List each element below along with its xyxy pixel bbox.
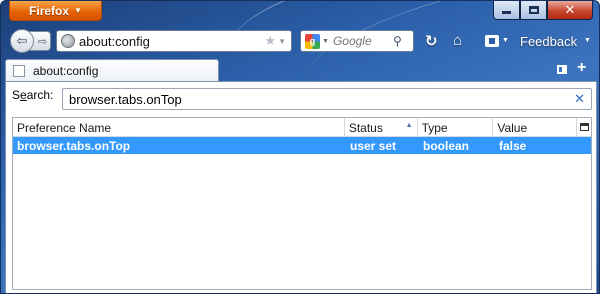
tab-label: about:config	[33, 63, 99, 78]
search-bar[interactable]: g ▼ ⚲	[300, 30, 414, 52]
close-icon: ✕	[564, 2, 576, 17]
navigation-toolbar: ⇦ ⇨ ★ ▼ g ▼ ⚲ ↻ ⌂ ▼ Feedback ▼	[1, 27, 599, 55]
search-label-rest: arch:	[26, 88, 54, 102]
browser-window: Firefox ▼ ✕ ⇦ ⇨ ★ ▼ g ▼ ⚲ ↻ ⌂ ▼ Feedback…	[0, 0, 600, 294]
row-preference-name: browser.tabs.onTop	[17, 139, 131, 153]
search-label: Search:	[12, 88, 56, 102]
close-window-button[interactable]: ✕	[547, 1, 593, 20]
config-filter-input[interactable]	[63, 91, 575, 107]
minimize-icon	[502, 11, 511, 14]
maximize-icon	[528, 6, 539, 14]
minimize-button[interactable]	[493, 1, 520, 20]
sort-ascending-icon: ▲	[405, 122, 413, 129]
row-status: user set	[350, 139, 397, 153]
forward-arrow-icon: ⇨	[37, 35, 48, 48]
config-search-row: Search: ✕	[12, 88, 592, 110]
chevron-down-icon: ▼	[74, 6, 82, 15]
back-forward-group: ⇦ ⇨	[10, 29, 51, 53]
history-dropdown-icon[interactable]: ▼	[278, 37, 286, 46]
search-input[interactable]	[328, 34, 393, 48]
maximize-button[interactable]	[520, 1, 547, 20]
page-icon	[13, 64, 25, 77]
reload-icon[interactable]: ↻	[425, 32, 438, 50]
back-button[interactable]: ⇦	[10, 29, 34, 53]
globe-icon[interactable]	[61, 34, 75, 48]
column-status[interactable]: Status ▲	[345, 118, 418, 136]
home-icon[interactable]: ⌂	[453, 32, 462, 49]
column-preference-name[interactable]: Preference Name	[13, 118, 345, 136]
window-controls: ✕	[493, 1, 593, 20]
column-picker-icon[interactable]	[577, 118, 591, 136]
star-icon[interactable]: ★	[264, 33, 276, 49]
firefox-menu-button[interactable]: Firefox ▼	[9, 1, 102, 21]
feedback-icon[interactable]	[485, 35, 499, 47]
tab-about-config[interactable]: about:config	[5, 59, 219, 81]
search-engine-dropdown-icon[interactable]: ▼	[322, 38, 329, 45]
table-header: Preference Name Status ▲ Type Value	[13, 118, 591, 137]
config-filter-field[interactable]: ✕	[62, 88, 592, 110]
page-content: Search: ✕ Preference Name Status ▲ Type …	[5, 81, 597, 293]
feedback-dropdown-icon[interactable]: ▼	[584, 37, 591, 44]
address-bar[interactable]: ★ ▼	[56, 30, 292, 52]
feedback-icon-dropdown[interactable]: ▼	[502, 37, 509, 44]
row-value: false	[499, 139, 527, 153]
firefox-menu-label: Firefox	[29, 3, 70, 18]
column-status-label: Status	[348, 121, 383, 135]
google-icon[interactable]: g	[305, 33, 320, 49]
url-input[interactable]	[75, 33, 265, 49]
search-label-accesskey: e	[20, 88, 27, 102]
search-label-prefix: S	[12, 88, 21, 102]
magnifier-icon[interactable]: ⚲	[393, 34, 402, 48]
column-type[interactable]: Type	[418, 118, 494, 136]
feedback-button[interactable]: Feedback	[520, 34, 577, 49]
back-arrow-icon: ⇦	[16, 33, 28, 48]
row-type: boolean	[423, 139, 470, 153]
table-row[interactable]: browser.tabs.onTop user set boolean fals…	[13, 137, 591, 154]
plus-icon[interactable]: +	[577, 59, 586, 77]
preferences-table: Preference Name Status ▲ Type Value brow…	[12, 117, 592, 290]
close-icon[interactable]: ✕	[574, 91, 585, 107]
column-value[interactable]: Value	[493, 118, 578, 136]
